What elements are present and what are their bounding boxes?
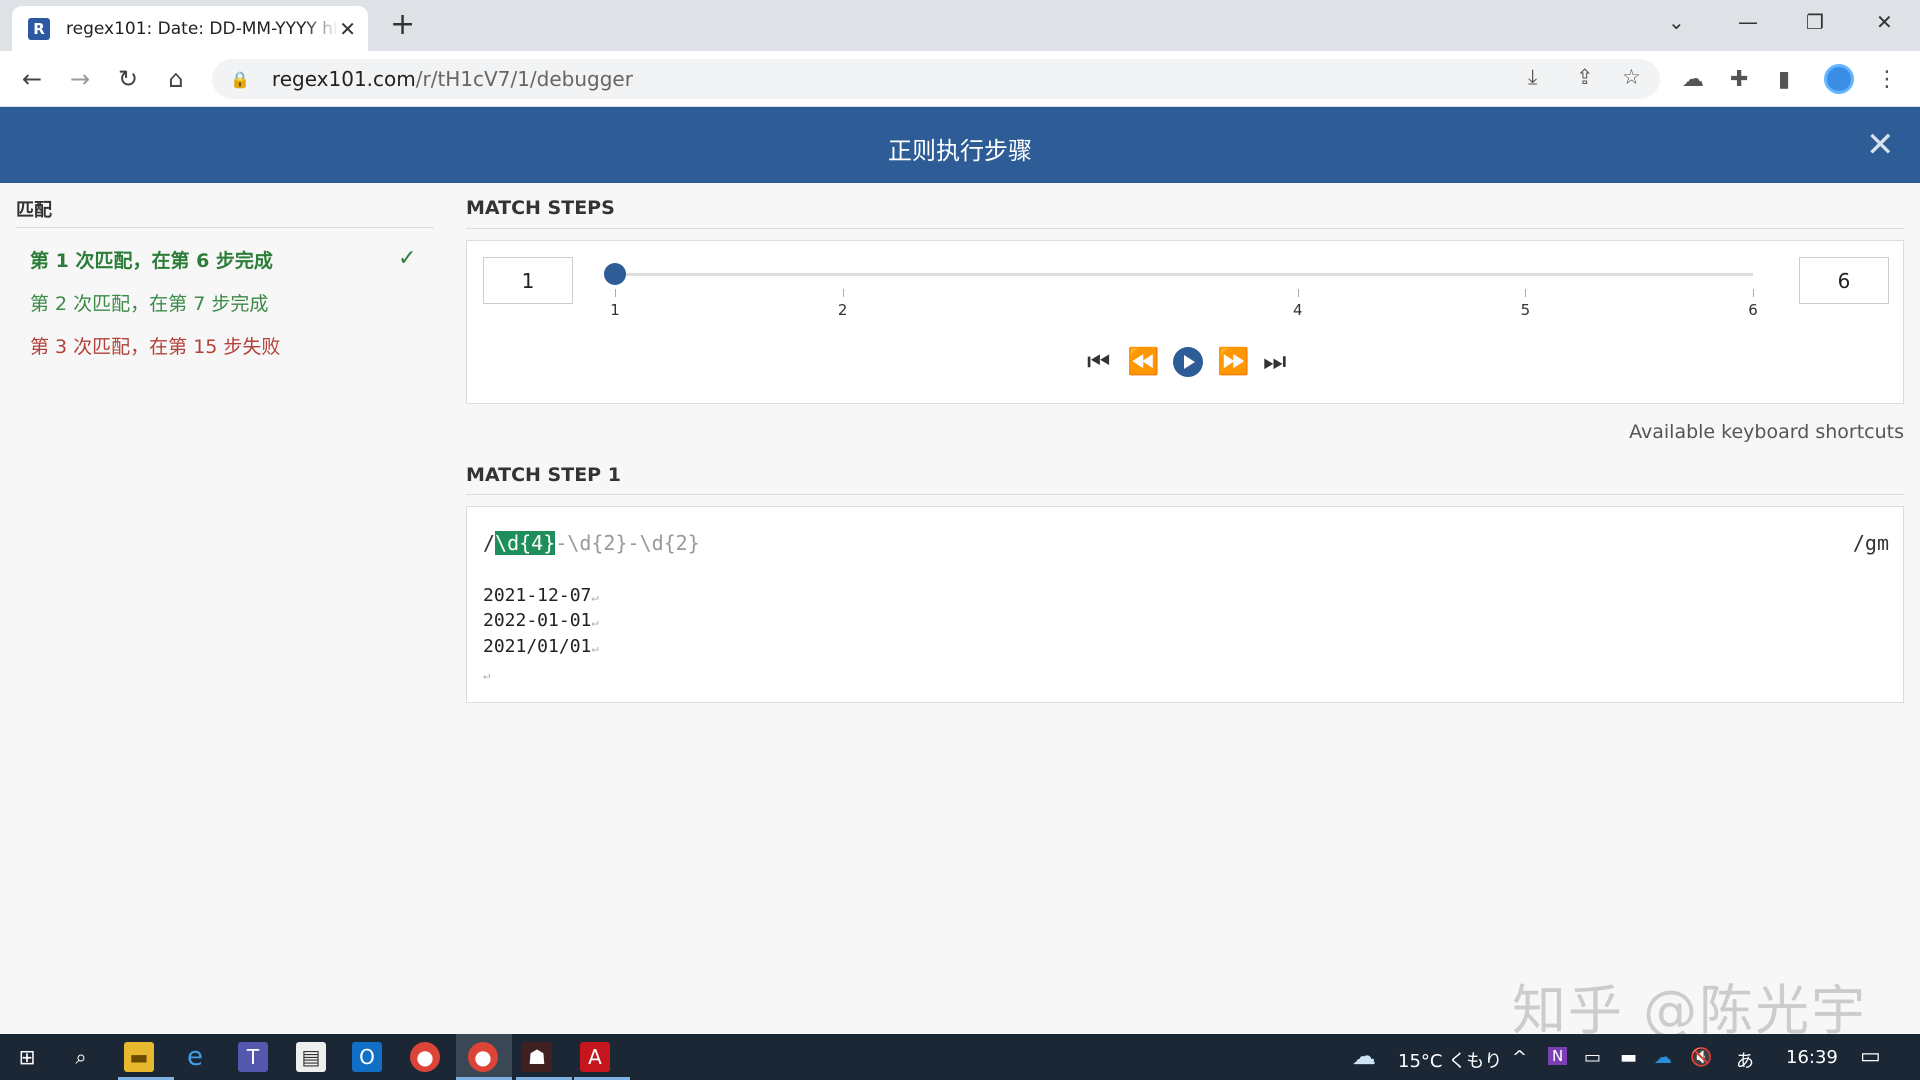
regex-step-panel: /\d{4}-\d{2}-\d{2} /gm 2021-12-07↵ 2022-… [466,506,1904,703]
step-slider-thumb[interactable] [604,263,626,285]
minimize-icon[interactable]: — [1738,10,1758,34]
side-panel-icon[interactable]: ▮ [1778,67,1790,92]
test-string-line: 2022-01-01↵ [483,610,599,631]
play-icon[interactable] [1173,347,1203,377]
cloud-extension-icon[interactable]: ☁ [1682,67,1704,92]
battery-icon[interactable]: ▬ [1620,1047,1637,1068]
slider-tick [842,289,844,297]
matches-heading: 匹配 [16,200,52,221]
test-string-line: 2021/01/01↵ [483,636,599,657]
match-item-1[interactable]: 第 1 次匹配，在第 6 步完成 [30,246,273,273]
regex-pattern: /\d{4}-\d{2}-\d{2} [483,531,700,555]
network-icon[interactable]: ▭ [1584,1047,1601,1068]
notifications-icon[interactable]: ▭ [1860,1044,1881,1069]
first-step-icon[interactable]: ⏮ [1087,347,1110,378]
debugger-header: 正则执行步骤 ✕ [0,107,1920,183]
new-tab-icon[interactable]: + [390,9,415,41]
browser-toolbar: ← → ↻ ⌂ 🔒 regex101.com/r/tH1cV7/1/debugg… [0,51,1920,107]
current-step-input[interactable]: 1 [483,257,573,304]
close-window-icon[interactable]: ✕ [1876,10,1893,34]
step-slider-track[interactable] [615,273,1753,276]
file-explorer-icon[interactable]: ▬ [124,1042,154,1072]
step-back-icon[interactable]: ⏪ [1127,347,1159,377]
chrome-icon[interactable]: ● [410,1042,440,1072]
debugger-title: 正则执行步骤 [888,137,1032,165]
slider-tick [1297,289,1299,297]
browser-tab-strip: R regex101: Date: DD-MM-YYYY hh ✕ + ⌄ — … [0,0,1920,51]
tab-close-icon[interactable]: ✕ [339,17,356,41]
game-app-icon[interactable]: ☗ [522,1042,552,1072]
teams-icon[interactable]: T [238,1042,268,1072]
regex101-favicon-icon: R [28,17,50,40]
restore-icon[interactable]: ❐ [1806,10,1824,34]
divider [16,227,434,228]
total-steps-input[interactable]: 6 [1799,257,1889,304]
onenote-icon[interactable]: N [1548,1047,1568,1065]
tab-title: regex101: Date: DD-MM-YYYY hh [66,18,338,39]
lock-icon[interactable]: 🔒 [230,70,250,89]
bookmark-star-icon[interactable]: ☆ [1622,65,1641,89]
chrome-active-icon[interactable]: ● [468,1042,498,1072]
close-icon[interactable]: ✕ [1866,125,1895,165]
volume-muted-icon[interactable]: 🔇 [1690,1047,1712,1068]
ime-icon[interactable]: あ [1736,1047,1754,1073]
weather-text[interactable]: 15°C くもり [1398,1047,1502,1073]
slider-tick-label: 4 [1293,301,1303,319]
match-steps-panel: 1 1 2 4 5 6 6 ⏮ ⏪ ⏩ ⏭ [466,240,1904,404]
menu-kebab-icon[interactable]: ⋮ [1876,67,1898,92]
weather-cloud-icon[interactable]: ☁ [1352,1042,1376,1070]
browser-tab[interactable]: R regex101: Date: DD-MM-YYYY hh ✕ [12,6,368,51]
slider-tick [615,289,616,297]
last-step-icon[interactable]: ⏭ [1263,347,1286,378]
install-app-icon[interactable]: ⤓ [1528,65,1537,90]
slider-tick-label: 5 [1520,301,1531,319]
url-text: regex101.com/r/tH1cV7/1/debugger [271,67,633,91]
checkmark-icon: ✓ [398,246,417,271]
keyboard-shortcuts-link[interactable]: Available keyboard shortcuts [1629,421,1904,443]
divider [466,228,1904,229]
tab-search-chevron-icon[interactable]: ⌄ [1668,10,1685,34]
outlook-icon[interactable]: O [352,1042,382,1072]
regex-current-token: \d{4} [495,531,556,555]
match-item-3[interactable]: 第 3 次匹配，在第 15 步失败 [30,332,280,359]
step-forward-icon[interactable]: ⏩ [1217,347,1249,377]
test-string-line: ↵ [483,668,491,682]
search-icon[interactable]: ⌕ [66,1042,96,1072]
address-bar[interactable]: 🔒 regex101.com/r/tH1cV7/1/debugger ⤓ ⇪ ☆ [212,59,1660,99]
match-item-2[interactable]: 第 2 次匹配，在第 7 步完成 [30,289,268,316]
regex-flags: /gm [1852,531,1889,555]
taskbar: ⊞ ⌕ ▬ e T ▤ O ● ● ☗ A ☁ 15°C くもり ^ N ▭ ▬… [0,1034,1920,1080]
slider-tick [1753,289,1754,297]
slider-tick-label: 2 [837,301,848,319]
slider-tick-label: 6 [1748,301,1758,319]
slider-tick [1525,289,1527,297]
edge-icon[interactable]: e [180,1042,210,1072]
back-icon[interactable]: ← [16,63,48,95]
acrobat-icon[interactable]: A [580,1042,610,1072]
home-icon[interactable]: ⌂ [160,63,192,95]
show-hidden-icons-icon[interactable]: ^ [1512,1047,1527,1068]
reload-icon[interactable]: ↻ [112,63,144,95]
extensions-puzzle-icon[interactable]: ✚ [1730,67,1748,92]
windows-start-icon[interactable]: ⊞ [12,1042,42,1072]
onedrive-icon[interactable]: ☁ [1654,1047,1672,1068]
divider [466,494,1904,495]
match-step-heading: MATCH STEP 1 [466,464,621,486]
profile-avatar[interactable] [1824,64,1854,94]
test-string-line: 2021-12-07↵ [483,585,599,606]
notepad-icon[interactable]: ▤ [296,1042,326,1072]
forward-icon[interactable]: → [64,63,96,95]
match-steps-heading: MATCH STEPS [466,197,615,219]
clock-time[interactable]: 16:39 [1786,1047,1838,1068]
share-icon[interactable]: ⇪ [1576,65,1594,89]
slider-tick-label: 1 [610,301,620,319]
